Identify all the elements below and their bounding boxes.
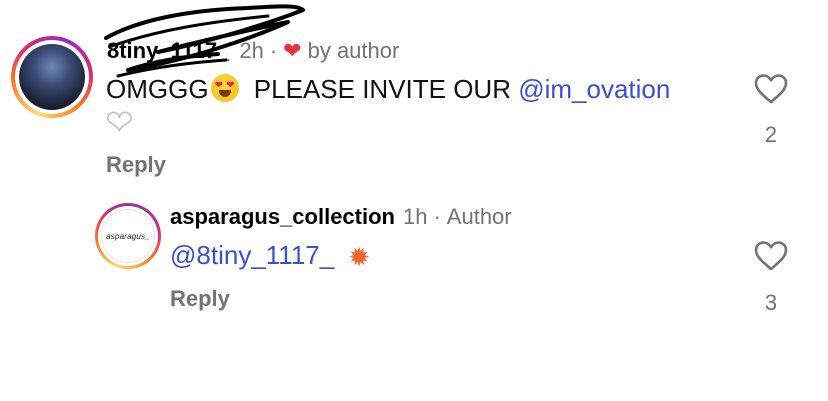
commenter-avatar[interactable] (11, 36, 93, 118)
avatar-border: asparagus_ (98, 206, 158, 266)
heart-outline-icon[interactable] (753, 73, 789, 105)
white-heart-emoji: ❤ (105, 103, 133, 141)
comment-text-start: OMGGG (106, 74, 209, 104)
comment-time: 2h (239, 38, 264, 63)
collision-emoji: ✹ (348, 242, 371, 272)
avatar-image: asparagus_ (101, 209, 155, 263)
mention-link[interactable]: @8tiny_1117_ (170, 240, 334, 270)
reply-header: asparagus_collection 1h · Author (170, 204, 512, 230)
separator-dot: · (433, 204, 441, 229)
reply-time: 1h (402, 204, 428, 229)
reply-username[interactable]: asparagus_collection (170, 204, 395, 230)
reply-button[interactable]: Reply (106, 152, 166, 178)
heart-outline-icon[interactable] (753, 240, 789, 272)
like-count: 3 (764, 290, 778, 315)
reply-button[interactable]: Reply (170, 286, 230, 312)
separator-dot: · (269, 38, 278, 63)
heart-eyes-emoji: ❤ ❤ (210, 74, 239, 102)
liked-by-author-label: by author (307, 38, 400, 63)
commenter-username[interactable]: 8tiny_1117_ (107, 38, 229, 64)
comment-header: 8tiny_1117_ 2h · ❤ by author (107, 38, 399, 64)
avatar-logo-text: asparagus_ (106, 231, 150, 241)
avatar-image (19, 44, 85, 110)
author-badge: Author (446, 204, 512, 229)
comment-text-middle: PLEASE INVITE OUR (253, 74, 511, 104)
comment-thread: 8tiny_1117_ 2h · ❤ by author OMGGG ❤ ❤ PLE… (0, 0, 828, 401)
like-count: 2 (764, 122, 778, 147)
reply-text: @8tiny_1117_ ✹ (170, 240, 370, 273)
red-heart-icon: ❤ (283, 38, 302, 63)
author-avatar[interactable]: asparagus_ (95, 203, 161, 269)
mention-link[interactable]: @im_ovation (518, 74, 670, 104)
avatar-border (15, 40, 89, 114)
comment-text: OMGGG ❤ ❤ PLEASE INVITE OUR @im_ovation (106, 74, 670, 105)
